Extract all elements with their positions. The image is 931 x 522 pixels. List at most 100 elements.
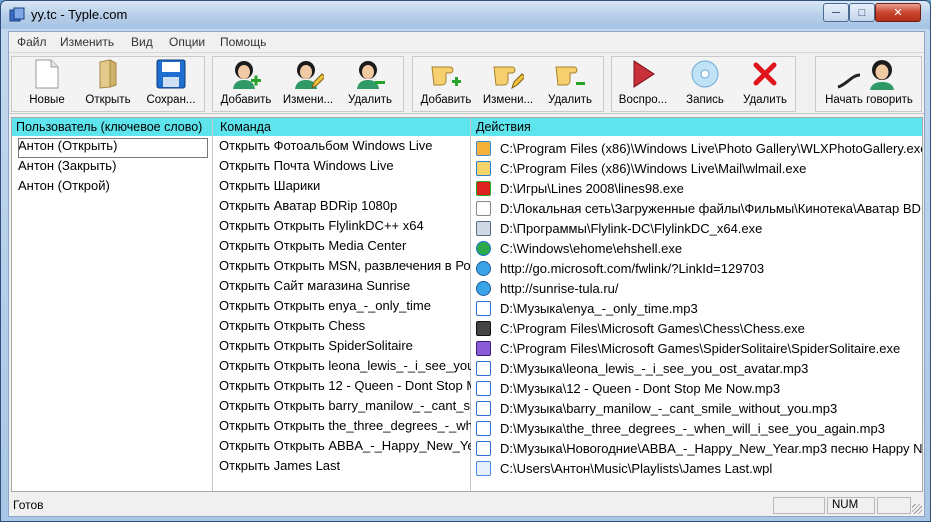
delete-user-button[interactable]: Удалить [341,57,399,111]
menu-view[interactable]: Вид [131,35,153,49]
action-path: C:\Program Files (x86)\Windows Live\Phot… [500,140,923,156]
action-cell[interactable]: http://go.microsoft.com/fwlink/?LinkId=1… [476,258,922,278]
command-cell[interactable]: Открыть Сайт магазина Sunrise [219,278,471,298]
action-cell[interactable]: D:\Локальная сеть\Загруженные файлы\Филь… [476,198,922,218]
play-icon [626,57,660,91]
user-add-icon [229,57,263,91]
command-cell[interactable]: Открыть Открыть barry_manilow_-_cant_smi… [219,398,471,418]
hand-edit-icon [491,57,525,91]
user-delete-icon [353,57,387,91]
record-button[interactable]: Запись [677,57,733,111]
resize-grip[interactable] [912,504,922,514]
edit-user-button[interactable]: Измени... [279,57,337,111]
action-path: D:\Музыка\12 - Queen - Dont Stop Me Now.… [500,380,781,396]
status-bar: Готов NUM [9,494,924,516]
action-cell[interactable]: D:\Музыка\barry_manilow_-_cant_smile_wit… [476,398,922,418]
command-cell[interactable]: Открыть Открыть MSN, развлечения в Росси… [219,258,471,278]
action-cell[interactable]: D:\Музыка\12 - Queen - Dont Stop Me Now.… [476,378,922,398]
action-cell[interactable]: C:\Program Files\Microsoft Games\SpiderS… [476,338,922,358]
header-command[interactable]: Команда [220,120,470,134]
action-path: D:\Локальная сеть\Загруженные файлы\Филь… [500,200,922,216]
action-cell[interactable]: D:\Музыка\the_three_degrees_-_when_will_… [476,418,922,438]
command-cell[interactable]: Открыть Открыть Media Center [219,238,471,258]
save-button[interactable]: Сохран... [142,57,200,111]
play-button[interactable]: Воспро... [615,57,671,111]
user-list-item[interactable]: Антон (Открой) [18,178,208,198]
command-cell[interactable]: Открыть Шарики [219,178,471,198]
close-button[interactable]: ✕ [875,3,921,22]
chess-icon [476,320,491,336]
action-cell[interactable]: D:\Музыка\enya_-_only_time.mp3 [476,298,922,318]
command-cell[interactable]: Открыть Фотоальбом Windows Live [219,138,471,158]
menu-options[interactable]: Опции [169,35,205,49]
minimize-button[interactable]: ─ [823,3,849,22]
lines-game-icon [476,180,491,196]
action-cell[interactable]: http://sunrise-tula.ru/ [476,278,922,298]
new-document-icon [30,57,64,91]
toolbar: Новые Открыть Сохран... Добавить Измени.… [9,52,924,114]
action-path: D:\Музыка\Новогодние\ABBA_-_Happy_New_Ye… [500,440,923,456]
command-cell[interactable]: Открыть Открыть SpiderSolitaire [219,338,471,358]
header-actions[interactable]: Действия [476,120,916,134]
grid-header: Пользователь (ключевое слово) Команда Де… [12,118,922,136]
open-button[interactable]: Открыть [79,57,137,111]
action-cell[interactable]: C:\Windows\ehome\ehshell.exe [476,238,922,258]
minimize-icon: ─ [832,6,840,19]
action-path: C:\Program Files\Microsoft Games\SpiderS… [500,340,901,356]
command-cell[interactable]: Открыть Открыть enya_-_only_time [219,298,471,318]
user-list-item[interactable]: Антон (Закрыть) [18,158,208,178]
command-cell[interactable]: Открыть Открыть 12 - Queen - Dont Stop M… [219,378,471,398]
speak-user-icon [834,57,904,91]
open-folder-icon [91,57,125,91]
command-cell[interactable]: Открыть Почта Windows Live [219,158,471,178]
action-cell[interactable]: D:\Музыка\Новогодние\ABBA_-_Happy_New_Ye… [476,438,923,458]
command-cell[interactable]: Открыть Открыть the_three_degrees_-_when [219,418,471,438]
audio-icon [476,300,491,316]
spider-icon [476,340,491,356]
new-button[interactable]: Новые [21,57,73,111]
menu-help[interactable]: Помощь [220,35,266,49]
action-cell[interactable]: D:\Программы\Flylink-DC\FlylinkDC_x64.ex… [476,218,922,238]
status-text: Готов [13,498,44,512]
user-list-item[interactable]: Антон (Открыть) [18,138,208,158]
photo-gallery-icon [476,140,491,156]
edit-command-button[interactable]: Измени... [479,57,537,111]
action-path: D:\Программы\Flylink-DC\FlylinkDC_x64.ex… [500,220,763,236]
client-area: Файл Изменить Вид Опции Помощь Новые Отк… [8,31,925,517]
delete-command-button[interactable]: Удалить [541,57,599,111]
app-window: yy.tc - Typle.com ─ □ ✕ Файл Изменить Ви… [0,0,931,522]
title-bar[interactable]: yy.tc - Typle.com ─ □ ✕ [1,1,930,29]
action-path: C:\Users\Антон\Music\Playlists\James Las… [500,460,773,476]
start-speaking-button[interactable]: Начать говорить [819,57,919,111]
action-cell[interactable]: C:\Program Files (x86)\Windows Live\Mail… [476,158,922,178]
action-path: C:\Windows\ehome\ehshell.exe [500,240,683,256]
command-cell[interactable]: Открыть James Last [219,458,471,478]
maximize-button[interactable]: □ [849,3,875,22]
menu-bar: Файл Изменить Вид Опции Помощь [9,32,924,52]
action-cell[interactable]: C:\Program Files\Microsoft Games\Chess\C… [476,318,922,338]
status-pane-num: NUM [827,497,875,514]
command-cell[interactable]: Открыть Открыть Chess [219,318,471,338]
command-cell[interactable]: Открыть Открыть leona_lewis_-_i_see_you [219,358,471,378]
action-cell[interactable]: D:\Музыка\leona_lewis_-_i_see_you_ost_av… [476,358,922,378]
audio-icon [476,380,491,396]
add-command-button[interactable]: Добавить [417,57,475,111]
action-cell[interactable]: C:\Users\Антон\Music\Playlists\James Las… [476,458,922,478]
header-user[interactable]: Пользователь (ключевое слово) [16,120,208,134]
command-cell[interactable]: Открыть Открыть ABBA_-_Happy_New_Year [219,438,471,458]
action-cell[interactable]: D:\Игры\Lines 2008\lines98.exe [476,178,922,198]
column-divider[interactable] [212,118,213,491]
delete-record-button[interactable]: Удалить [737,57,793,111]
maximize-icon: □ [858,6,866,19]
mail-icon [476,160,491,176]
menu-edit[interactable]: Изменить [60,35,114,49]
command-cell[interactable]: Открыть Аватар BDRip 1080p [219,198,471,218]
action-path: D:\Музыка\leona_lewis_-_i_see_you_ost_av… [500,360,809,376]
audio-icon [476,400,491,416]
app-logo-icon [9,7,25,22]
action-cell[interactable]: C:\Program Files (x86)\Windows Live\Phot… [476,138,923,158]
app-icon [476,220,491,236]
command-cell[interactable]: Открыть Открыть FlylinkDC++ x64 [219,218,471,238]
menu-file[interactable]: Файл [17,35,47,49]
add-user-button[interactable]: Добавить [217,57,275,111]
